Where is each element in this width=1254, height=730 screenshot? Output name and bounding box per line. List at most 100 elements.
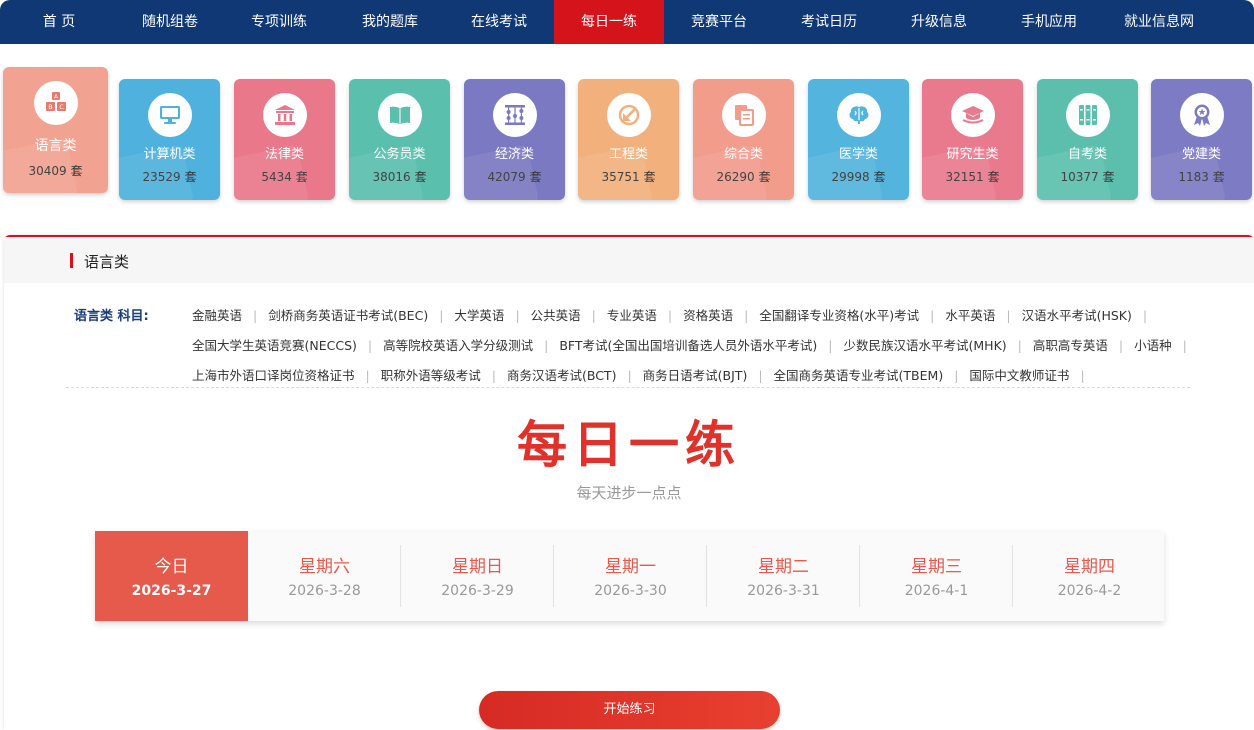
binders-icon xyxy=(1065,93,1110,137)
subject-link[interactable]: 高等院校英语入学分级测试 xyxy=(383,338,533,353)
day-weekday: 星期三 xyxy=(911,557,962,577)
subject-link[interactable]: 汉语水平考试(HSK) xyxy=(1022,308,1132,323)
svg-text:C: C xyxy=(59,103,64,111)
category-count: 30409 套 xyxy=(28,164,83,178)
category-card[interactable]: 经济类 42079 套 xyxy=(464,79,565,200)
subject-separator: | xyxy=(365,368,370,383)
subject-link[interactable]: 全国翻译专业资格(水平)考试 xyxy=(759,308,919,323)
subject-link[interactable]: 全国大学生英语竞赛(NECCS) xyxy=(192,338,357,353)
day-weekday: 今日 xyxy=(154,557,189,577)
day-tab[interactable]: 星期二 2026-3-31 xyxy=(707,531,860,621)
nav-contest[interactable]: 竞赛平台 xyxy=(664,0,774,44)
subject-separator: | xyxy=(744,308,749,323)
subject-link[interactable]: 公共英语 xyxy=(531,308,581,323)
category-card[interactable]: 计算机类 23529 套 xyxy=(119,79,220,200)
nav-upgrade-info[interactable]: 升级信息 xyxy=(884,0,994,44)
day-weekday: 星期一 xyxy=(605,557,656,577)
day-tab[interactable]: 星期三 2026-4-1 xyxy=(860,531,1013,621)
category-count: 32151 套 xyxy=(945,170,1000,184)
category-card[interactable]: 法律类 5434 套 xyxy=(234,79,335,200)
category-name: 公务员类 xyxy=(373,147,426,162)
subject-link[interactable]: 职称外语等级考试 xyxy=(381,368,481,383)
nav-exam-calendar[interactable]: 考试日历 xyxy=(774,0,884,44)
nav-my-bank[interactable]: 我的题库 xyxy=(336,0,444,44)
subject-separator: | xyxy=(1017,338,1022,353)
category-name: 语言类 xyxy=(34,138,77,154)
subject-separator: | xyxy=(954,368,959,383)
subject-separator: | xyxy=(491,368,496,383)
subject-link[interactable]: 商务日语考试(BJT) xyxy=(643,368,748,383)
abc-blocks-icon: ABC xyxy=(33,81,78,125)
graduation-cap-icon xyxy=(950,93,995,137)
subject-separator: | xyxy=(253,308,258,323)
subject-link[interactable]: 大学英语 xyxy=(454,308,504,323)
subject-link[interactable]: 剑桥商务英语证书考试(BEC) xyxy=(268,308,428,323)
category-card[interactable]: 自考类 10377 套 xyxy=(1037,79,1138,200)
svg-text:B: B xyxy=(48,103,52,111)
daily-practice-panel: 语言类 语言类 科目: 金融英语 | 剑桥商务英语证书考试(BEC) | 大学英语 | 公共… xyxy=(4,235,1254,730)
subject-link[interactable]: 水平英语 xyxy=(945,308,995,323)
subject-separator: | xyxy=(515,308,520,323)
subject-link[interactable]: BFT考试(全国出国培训备选人员外语水平考试) xyxy=(559,338,817,353)
nav-job-info[interactable]: 就业信息网 xyxy=(1104,0,1214,44)
subject-link[interactable]: 少数民族汉语水平考试(MHK) xyxy=(844,338,1007,353)
category-count: 23529 套 xyxy=(142,170,197,184)
monitor-icon xyxy=(147,93,192,137)
day-date: 2026-3-31 xyxy=(747,583,820,599)
subject-link[interactable]: 高职高专英语 xyxy=(1033,338,1108,353)
daily-practice-title: 每日一练 xyxy=(517,416,741,474)
slogan: 每天进步一点点 xyxy=(576,484,682,502)
category-card[interactable]: 医学类 29998 套 xyxy=(808,79,909,200)
nav-random-paper[interactable]: 随机组卷 xyxy=(118,0,222,44)
day-date: 2026-3-27 xyxy=(131,583,212,599)
day-tab[interactable]: 星期四 2026-4-2 xyxy=(1013,531,1166,621)
title-accent-bar xyxy=(70,253,73,268)
subject-row: 金融英语 | 剑桥商务英语证书考试(BEC) | 大学英语 | 公共英语 | 专业英语 | 资格英语… xyxy=(192,305,1158,324)
subject-link[interactable]: 金融英语 xyxy=(192,308,242,323)
subject-link[interactable]: 资格英语 xyxy=(683,308,733,323)
files-icon xyxy=(721,93,766,137)
category-card[interactable]: 党建类 1183 套 xyxy=(1151,79,1252,200)
category-card[interactable]: 综合类 26290 套 xyxy=(693,79,794,200)
subject-link[interactable]: 上海市外语口译岗位资格证书 xyxy=(192,368,355,383)
day-tab[interactable]: 星期一 2026-3-30 xyxy=(554,531,707,621)
category-name: 工程类 xyxy=(608,147,648,162)
day-tab[interactable]: 星期六 2026-3-28 xyxy=(248,531,401,621)
category-card[interactable]: ABC 语言类 30409 套 xyxy=(3,67,108,193)
category-name: 法律类 xyxy=(264,147,304,162)
day-weekday: 星期日 xyxy=(452,557,503,577)
subject-separator: | xyxy=(544,338,549,353)
subjects-label: 语言类 科目: xyxy=(74,309,149,324)
category-count: 10377 套 xyxy=(1060,170,1115,184)
start-practice-button[interactable]: 开始练习 xyxy=(479,691,780,729)
category-name: 研究生类 xyxy=(946,147,999,162)
subject-link[interactable]: 专业英语 xyxy=(607,308,657,323)
category-card[interactable]: 工程类 35751 套 xyxy=(578,79,679,200)
subject-link[interactable]: 商务汉语考试(BCT) xyxy=(507,368,616,383)
day-weekday: 星期二 xyxy=(758,557,809,577)
subject-separator: | xyxy=(1080,368,1085,383)
subject-link[interactable]: 全国商务英语专业考试(TBEM) xyxy=(774,368,944,383)
category-card[interactable]: 公务员类 38016 套 xyxy=(349,79,450,200)
nav-mobile-app[interactable]: 手机应用 xyxy=(994,0,1104,44)
category-card[interactable]: 研究生类 32151 套 xyxy=(922,79,1023,200)
nav-online-exam[interactable]: 在线考试 xyxy=(444,0,554,44)
nav-home[interactable]: 首 页 xyxy=(0,0,118,44)
subject-separator: | xyxy=(439,308,444,323)
brain-icon xyxy=(836,93,881,137)
category-name: 自考类 xyxy=(1067,147,1107,162)
subject-link[interactable]: 国际中文教师证书 xyxy=(969,368,1069,383)
day-date: 2026-3-29 xyxy=(441,583,514,599)
day-date: 2026-3-28 xyxy=(288,583,361,599)
nav-special-training[interactable]: 专项训练 xyxy=(222,0,336,44)
day-date: 2026-4-2 xyxy=(1057,583,1122,599)
subject-separator: | xyxy=(1006,308,1011,323)
day-tab[interactable]: 星期日 2026-3-29 xyxy=(401,531,554,621)
category-count: 38016 套 xyxy=(372,170,427,184)
subject-link[interactable]: 小语种 xyxy=(1134,338,1172,353)
divider xyxy=(66,387,1190,388)
day-tab-today[interactable]: 今日 2026-3-27 xyxy=(95,531,248,621)
nav-daily-practice[interactable]: 每日一练 xyxy=(554,0,664,44)
day-date: 2026-3-30 xyxy=(594,583,667,599)
day-weekday: 星期六 xyxy=(299,557,350,577)
